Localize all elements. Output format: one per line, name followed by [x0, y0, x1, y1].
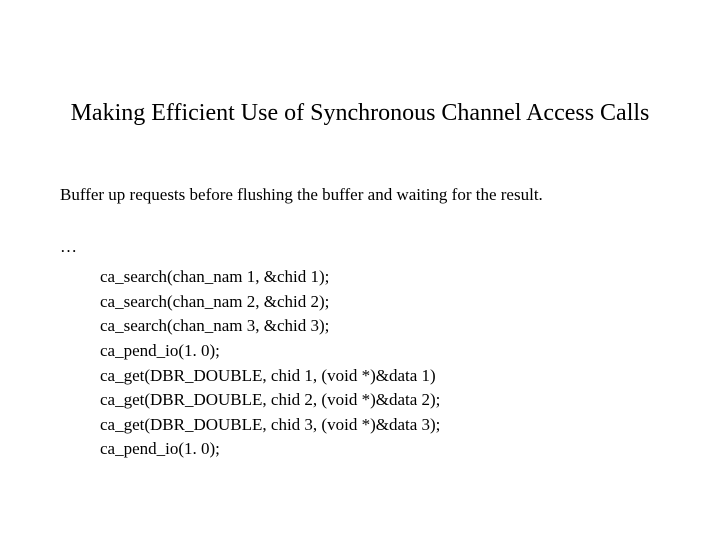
ellipsis-text: …	[60, 237, 660, 257]
slide-title: Making Efficient Use of Synchronous Chan…	[0, 100, 720, 127]
code-line: ca_pend_io(1. 0);	[100, 339, 660, 364]
code-line: ca_search(chan_nam 1, &chid 1);	[100, 265, 660, 290]
code-line: ca_get(DBR_DOUBLE, chid 3, (void *)&data…	[100, 413, 660, 438]
code-line: ca_search(chan_nam 2, &chid 2);	[100, 290, 660, 315]
code-block: ca_search(chan_nam 1, &chid 1); ca_searc…	[60, 265, 660, 462]
code-line: ca_pend_io(1. 0);	[100, 437, 660, 462]
code-line: ca_search(chan_nam 3, &chid 3);	[100, 314, 660, 339]
slide-content: Buffer up requests before flushing the b…	[0, 185, 720, 462]
code-line: ca_get(DBR_DOUBLE, chid 1, (void *)&data…	[100, 364, 660, 389]
intro-text: Buffer up requests before flushing the b…	[60, 185, 660, 205]
code-line: ca_get(DBR_DOUBLE, chid 2, (void *)&data…	[100, 388, 660, 413]
slide-container: Making Efficient Use of Synchronous Chan…	[0, 0, 720, 540]
